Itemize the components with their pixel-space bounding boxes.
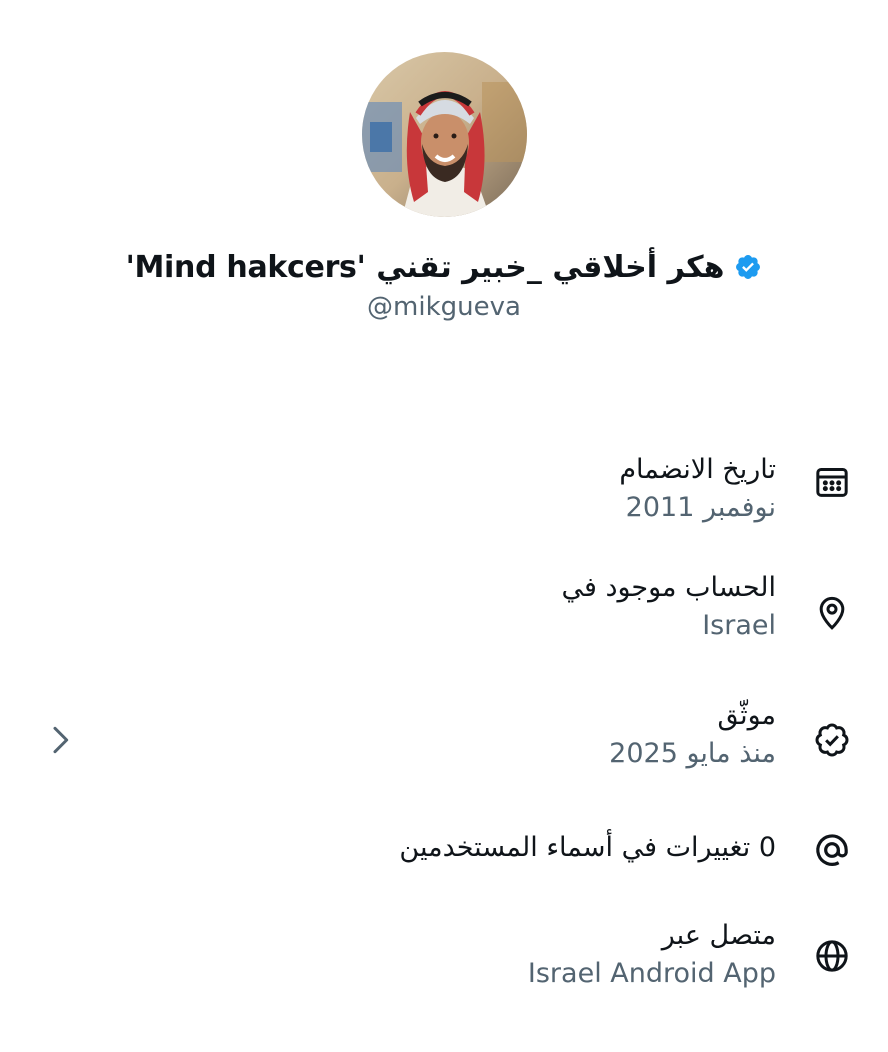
about-item-label: متصل عبر [661,920,776,951]
avatar-image [362,52,527,217]
verified-badge-icon[interactable] [734,253,762,281]
profile-avatar[interactable] [362,52,527,217]
about-item-label: 0 تغييرات في أسماء المستخدمين [399,832,776,863]
profile-handle: @mikgueva [367,292,521,322]
at-sign-icon [812,830,852,870]
chevron-left-icon[interactable] [40,718,80,762]
globe-icon [812,936,852,976]
verified-badge-icon [812,720,852,760]
display-name: هكر أخلاقي _خبير تقني 'Mind hakcers' [125,249,725,285]
about-item-value: Israel Android App [527,958,776,989]
profile-name-row: هكر أخلاقي _خبير تقني 'Mind hakcers' [0,242,888,292]
about-item-label: تاريخ الانضمام [619,454,776,485]
about-item-label: الحساب موجود في [561,572,776,603]
about-item-value: نوفمبر 2011 [625,492,776,523]
location-pin-icon [812,592,852,632]
calendar-icon [812,462,852,502]
about-item-value: Israel [702,610,776,641]
about-item-value: منذ مايو 2025 [609,738,776,769]
about-item-label: موثّق [717,700,776,731]
